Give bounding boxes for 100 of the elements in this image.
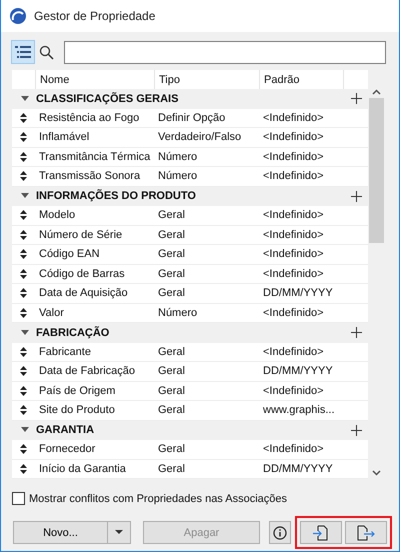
property-default: www.graphis... [262, 403, 336, 418]
reorder-handle-icon[interactable] [20, 132, 27, 142]
reorder-handle-icon[interactable] [20, 112, 27, 123]
property-row[interactable]: Código de Barras Geral <Indefinido> [12, 264, 368, 284]
new-button[interactable]: Novo... [14, 522, 108, 543]
collapse-triangle-icon[interactable] [21, 193, 29, 200]
reorder-handle-icon[interactable] [20, 249, 27, 260]
property-row[interactable]: Data de Aquisição Geral DD/MM/YYYY [12, 284, 368, 304]
property-row[interactable]: Transmitância Térmica Número <Indefinido> [12, 148, 368, 167]
property-type: Verdadeiro/Falso [157, 130, 242, 144]
property-default: <Indefinido> [262, 110, 325, 125]
property-default: <Indefinido> [262, 247, 325, 262]
reorder-handle-icon[interactable] [20, 346, 27, 357]
property-row[interactable]: Modelo Geral <Indefinido> [12, 206, 368, 226]
property-type: Geral [157, 208, 186, 222]
reorder-handle-icon[interactable] [20, 152, 27, 162]
property-name: Número de Série [38, 228, 124, 242]
search-icon[interactable] [39, 44, 54, 60]
tree-view-button[interactable] [11, 40, 35, 64]
add-icon[interactable] [351, 93, 362, 104]
property-row[interactable]: Inflamável Verdadeiro/Falso <Indefinido> [12, 128, 368, 148]
reorder-handle-icon[interactable] [20, 268, 27, 279]
checkbox[interactable] [12, 492, 25, 505]
reorder-handle-icon[interactable] [20, 210, 27, 220]
group-name: FABRICAÇÃO [36, 326, 110, 339]
collapse-triangle-icon[interactable] [21, 427, 29, 434]
property-name: Início da Garantia [38, 462, 127, 476]
property-default: <Indefinido> [262, 169, 325, 184]
collapse-triangle-icon[interactable] [21, 96, 29, 102]
property-name: Fabricante [38, 344, 92, 359]
add-icon[interactable] [351, 424, 362, 436]
property-row[interactable]: País de Origem Geral <Indefinido> [12, 382, 368, 401]
property-name: Inflamável [38, 130, 90, 144]
property-name: Modelo [38, 208, 76, 222]
collapse-triangle-icon[interactable] [21, 330, 29, 336]
scroll-down-icon[interactable] [372, 470, 381, 476]
property-row[interactable]: Valor Número <Indefinido> [12, 304, 368, 323]
property-default: <Indefinido> [262, 130, 325, 144]
property-type: Geral [157, 462, 186, 476]
import-file-icon [312, 524, 330, 542]
column-header[interactable]: Nome [40, 74, 70, 86]
property-default: <Indefinido> [262, 208, 325, 222]
scrollbar-thumb[interactable] [369, 98, 384, 243]
property-type: Geral [157, 344, 186, 359]
property-type: Geral [157, 247, 186, 262]
property-name: Data de Fabricação [38, 364, 136, 378]
property-name: Data de Aquisição [38, 286, 129, 300]
export-file-icon [356, 524, 376, 542]
property-name: Código de Barras [38, 266, 126, 281]
tree-list-icon [15, 45, 31, 59]
property-default: DD/MM/YYYY [262, 286, 334, 300]
property-row[interactable]: Número de Série Geral <Indefinido> [12, 226, 368, 245]
property-row[interactable]: Resistência ao Fogo Definir Opção <Indefinido> [12, 108, 368, 128]
property-default: <Indefinido> [262, 384, 325, 398]
property-name: Site do Produto [38, 403, 116, 418]
reorder-handle-icon[interactable] [20, 288, 27, 298]
property-default: <Indefinido> [262, 306, 325, 320]
property-row[interactable]: Início da Garantia Geral DD/MM/YYYY [12, 460, 368, 479]
group-name: CLASSIFICAÇÕES GERAIS [36, 92, 180, 105]
property-type: Geral [157, 403, 186, 418]
search-field[interactable] [64, 40, 386, 64]
column-header[interactable]: Tipo [159, 74, 180, 86]
property-default: <Indefinido> [262, 150, 325, 164]
reorder-handle-icon[interactable] [20, 171, 27, 182]
export-button[interactable] [345, 521, 387, 544]
new-split-button[interactable]: Novo... [13, 521, 131, 544]
checkbox-label: Mostrar conflitos com Propriedades nas Associações [29, 492, 288, 504]
property-name: Código EAN [38, 247, 101, 262]
add-icon[interactable] [351, 190, 362, 202]
property-name: Valor [38, 306, 65, 320]
reorder-handle-icon[interactable] [20, 444, 27, 454]
add-icon[interactable] [351, 327, 362, 338]
property-row[interactable]: Transmissão Sonora Número <Indefinido> [12, 167, 368, 186]
app-logo-icon [10, 8, 26, 24]
reorder-handle-icon[interactable] [20, 464, 27, 474]
reorder-handle-icon[interactable] [20, 308, 27, 318]
property-default: DD/MM/YYYY [262, 364, 334, 378]
property-row[interactable]: Data de Fabricação Geral DD/MM/YYYY [12, 362, 368, 382]
property-row[interactable]: Fornecedor Geral <Indefinido> [12, 440, 368, 460]
property-default: <Indefinido> [262, 442, 325, 456]
property-row[interactable]: Site do Produto Geral www.graphis... [12, 401, 368, 420]
property-row[interactable]: Código EAN Geral <Indefinido> [12, 245, 368, 264]
property-type: Número [157, 150, 198, 164]
column-header[interactable]: Padrão [264, 74, 300, 86]
import-button[interactable] [300, 521, 342, 544]
property-name: Resistência ao Fogo [38, 110, 140, 125]
property-name: Transmissão Sonora [38, 169, 142, 184]
scroll-up-icon[interactable] [372, 89, 381, 95]
reorder-handle-icon[interactable] [20, 366, 27, 376]
reorder-handle-icon[interactable] [20, 230, 27, 240]
property-type: Número [157, 169, 198, 184]
property-type: Geral [157, 364, 186, 378]
info-button[interactable] [269, 521, 291, 544]
reorder-handle-icon[interactable] [20, 386, 27, 396]
property-row[interactable]: Fabricante Geral <Indefinido> [12, 342, 368, 362]
property-default: <Indefinido> [262, 344, 325, 359]
group-name: GARANTIA [36, 424, 96, 436]
property-type: Geral [157, 228, 186, 242]
property-default: DD/MM/YYYY [262, 462, 334, 476]
reorder-handle-icon[interactable] [20, 405, 27, 416]
